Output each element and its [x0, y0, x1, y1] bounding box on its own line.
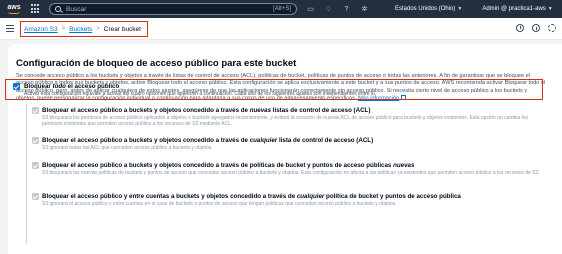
account-menu[interactable]: Admin @ practica1-aws — [482, 6, 545, 12]
option-description-new-policies: S3 bloqueará las nuevas políticas de buc… — [42, 170, 540, 176]
top-navigation-bar: aws Buscar [Alt+S] ▭ ♢ ? ✲ Estados Unido… — [0, 0, 562, 18]
breadcrumb-separator: > — [96, 26, 100, 32]
side-menu-hamburger-icon[interactable] — [6, 25, 14, 32]
section-title: Configuración de bloqueo de acceso públi… — [16, 58, 297, 69]
search-icon — [55, 6, 61, 12]
notifications-bell-icon[interactable]: ♢ — [324, 5, 333, 14]
search-shortcut: [Alt+S] — [273, 6, 291, 12]
breadcrumb-separator: > — [61, 26, 66, 32]
search-placeholder: Buscar — [66, 5, 87, 13]
aws-logo-text: aws — [7, 4, 21, 11]
option-checkbox-new-acls[interactable] — [32, 107, 39, 114]
preferences-icon[interactable] — [548, 24, 556, 32]
block-all-checkbox[interactable] — [13, 83, 20, 90]
help-icon[interactable]: ? — [342, 5, 351, 14]
option-title-new-acls: Bloquear el acceso público a buckets y o… — [42, 107, 371, 114]
account-chevron-down-icon: ▼ — [547, 6, 553, 12]
aws-logo[interactable]: aws — [3, 0, 25, 18]
option-description-any-acls: S3 ignorará todas las ACL que conceden a… — [42, 145, 213, 151]
option-title-new-policies: Bloquear el acceso público a buckets y o… — [42, 162, 415, 169]
services-grid-icon[interactable] — [31, 4, 41, 14]
recent-activity-clock-icon[interactable] — [516, 24, 524, 32]
block-all-title: Bloquear todo el acceso público — [24, 83, 120, 90]
cloudshell-icon[interactable]: ▭ — [306, 5, 315, 14]
settings-gear-icon[interactable]: ✲ — [360, 5, 369, 14]
option-title-any-acls: Bloquear el acceso público a buckets y o… — [42, 137, 374, 144]
search-input[interactable]: Buscar [Alt+S] — [49, 3, 297, 15]
breadcrumb-bar: Amazon S3 > Buckets > Crear bucket — [0, 18, 562, 40]
aws-smile-icon — [8, 11, 20, 14]
breadcrumb-buckets[interactable]: Buckets — [69, 26, 92, 33]
breadcrumb-current-page: Crear bucket — [103, 25, 141, 33]
option-checkbox-any-acls[interactable] — [32, 137, 39, 144]
breadcrumb: Amazon S3 > Buckets > Crear bucket — [20, 21, 148, 37]
option-checkbox-any-policies[interactable] — [32, 193, 39, 200]
region-chevron-down-icon: ▼ — [457, 6, 463, 12]
options-indent-line — [26, 104, 27, 244]
option-title-any-policies: Bloquear el acceso público y entre cuent… — [42, 193, 461, 200]
option-checkbox-new-policies[interactable] — [32, 162, 39, 169]
block-all-description: Activar esta configuración equivale a ac… — [24, 91, 377, 97]
block-all-public-access-option[interactable]: Bloquear todo el acceso público Activar … — [5, 79, 543, 100]
option-description-any-policies: S3 ignorará el acceso público y entre cu… — [42, 201, 397, 207]
info-icon[interactable] — [532, 24, 540, 32]
option-description-new-acls: S3 bloqueará los permisos de acceso públ… — [42, 115, 528, 128]
region-selector[interactable]: Estados Unidos (Ohio) — [395, 6, 455, 12]
breadcrumb-amazon-s3[interactable]: Amazon S3 — [24, 26, 58, 33]
